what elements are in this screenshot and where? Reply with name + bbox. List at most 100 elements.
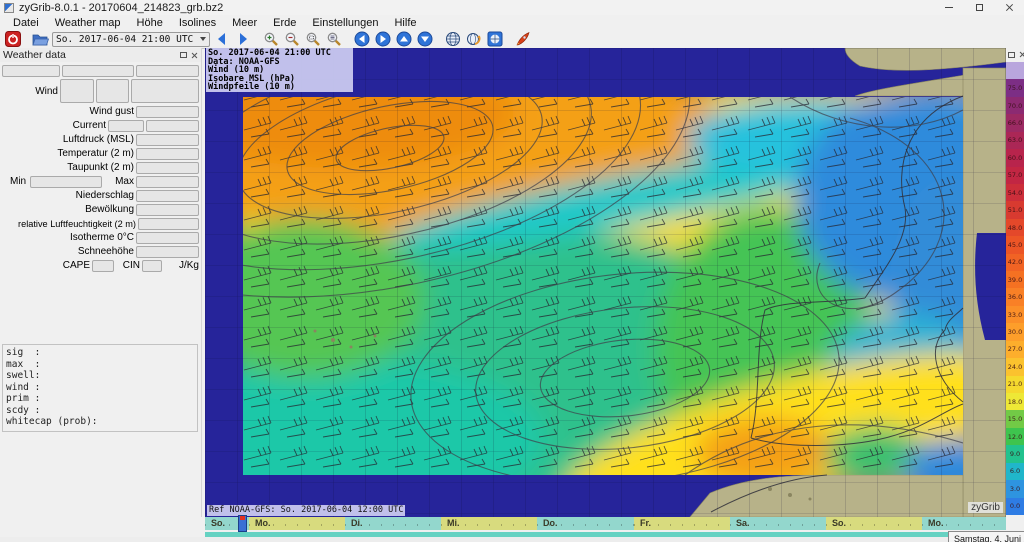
move-up-button[interactable] <box>394 31 413 48</box>
title-bar: zyGrib-8.0.1 - 20170604_214823_grb.bz2 <box>0 0 1024 15</box>
menu-item-6[interactable]: Einstellungen <box>304 17 386 29</box>
timeline-day-Sa[interactable]: Sa. <box>730 517 826 530</box>
menu-item-0[interactable]: Datei <box>5 17 47 29</box>
isotherm-row[interactable]: Isotherme 0°C <box>2 231 199 244</box>
zoom-fit-grib-button[interactable] <box>324 31 343 48</box>
time-previous-button[interactable] <box>212 31 231 48</box>
timeline[interactable]: So. Mo. Di. Mi. Do. Fr. Sa. So. Mo. <box>205 515 1006 532</box>
quit-button[interactable] <box>3 31 22 48</box>
position-cell-3 <box>136 64 199 77</box>
close-scale-icon[interactable] <box>1019 51 1024 58</box>
cloud-value-cell <box>136 203 199 216</box>
min-max-row[interactable]: Min Max <box>2 175 199 188</box>
grib-info-icon <box>487 31 502 47</box>
weather-panel-header: Weather data <box>0 48 201 62</box>
temperature-row[interactable]: Temperatur (2 m) <box>2 147 199 160</box>
snow-label[interactable]: Schneehöhe <box>2 246 134 257</box>
menu-item-2[interactable]: Höhe <box>129 17 171 29</box>
datetime-select[interactable]: So. 2017-06-04 21:00 UTC <box>52 31 210 47</box>
zygrib-watermark: zyGrib <box>968 502 1003 513</box>
float-panel-icon[interactable] <box>180 52 187 58</box>
map-canvas[interactable]: So. 2017-06-04 21:00 UTC Data: NOAA-GFS Wi… <box>205 48 1006 517</box>
maximize-icon <box>975 4 983 11</box>
weather-panel-title: Weather data <box>3 49 66 61</box>
pressure-value-cell <box>136 133 199 146</box>
move-left-icon <box>354 31 369 47</box>
download-grib-button[interactable] <box>464 31 483 48</box>
timeline-slider[interactable] <box>238 515 247 532</box>
zoom-region-button[interactable] <box>303 31 322 48</box>
timeline-day-Mo[interactable]: Mo. <box>922 517 1000 530</box>
max-label[interactable]: Max <box>104 176 134 187</box>
main-area: Weather data Wind Wind gust Current Luft… <box>0 48 1024 517</box>
wind-label[interactable]: Wind <box>2 86 58 97</box>
color-scale-band: 60.0 <box>1006 149 1024 167</box>
move-down-button[interactable] <box>415 31 434 48</box>
humidity-row[interactable]: relative Luftfeuchtigkeit (2 m) <box>2 217 199 230</box>
timeline-day-Mi[interactable]: Mi. <box>441 517 537 530</box>
move-left-button[interactable] <box>352 31 371 48</box>
precipitation-label[interactable]: Niederschlag <box>2 190 134 201</box>
zoom-in-button[interactable] <box>261 31 280 48</box>
color-scale-band: 54.0 <box>1006 183 1024 202</box>
minimize-button[interactable] <box>934 0 964 15</box>
cape-label[interactable]: CAPE <box>2 260 90 271</box>
timeline-day-Mo[interactable]: Mo. <box>249 517 345 530</box>
move-right-button[interactable] <box>373 31 392 48</box>
timeline-day-So[interactable]: So. <box>826 517 922 530</box>
close-panel-icon[interactable] <box>191 52 198 59</box>
color-scale-band: 75.0 <box>1006 79 1024 97</box>
grib-info-button[interactable] <box>485 31 504 48</box>
wind-gust-label[interactable]: Wind gust <box>2 106 134 117</box>
timeline-day-Fr[interactable]: Fr. <box>634 517 730 530</box>
menu-item-5[interactable]: Erde <box>265 17 304 29</box>
current-label[interactable]: Current <box>2 120 106 131</box>
wind-gust-row[interactable]: Wind gust <box>2 105 199 118</box>
app-icon <box>4 2 14 13</box>
wind-row[interactable]: Wind <box>2 78 199 104</box>
dewpoint-label[interactable]: Taupunkt (2 m) <box>2 162 134 173</box>
humidity-label[interactable]: relative Luftfeuchtigkeit (2 m) <box>2 219 136 229</box>
toolbar: So. 2017-06-04 21:00 UTC <box>0 30 1024 49</box>
color-scale-band: 66.0 <box>1006 114 1024 132</box>
current-row[interactable]: Current <box>2 119 199 132</box>
zoom-out-button[interactable] <box>282 31 301 48</box>
download-grib-icon <box>466 33 480 45</box>
cloud-label[interactable]: Bewölkung <box>2 204 134 215</box>
isotherm-label[interactable]: Isotherme 0°C <box>2 232 134 243</box>
rocket-icon <box>516 31 529 46</box>
dewpoint-row[interactable]: Taupunkt (2 m) <box>2 161 199 174</box>
menu-item-1[interactable]: Weather map <box>47 17 129 29</box>
cloud-row[interactable]: Bewölkung <box>2 203 199 216</box>
close-icon <box>1005 3 1014 12</box>
globe-button[interactable] <box>443 31 462 48</box>
pressure-label[interactable]: Luftdruck (MSL) <box>2 134 134 145</box>
color-scale-band: 30.0 <box>1006 323 1024 341</box>
open-file-button[interactable] <box>31 31 50 48</box>
timeline-day-Do[interactable]: Do. <box>537 517 634 530</box>
menu-item-3[interactable]: Isolines <box>171 17 224 29</box>
min-label[interactable]: Min <box>2 176 28 187</box>
cape-row[interactable]: CAPE CIN J/Kg <box>2 259 199 272</box>
color-scale-band: 63.0 <box>1006 131 1024 150</box>
wave-info-line: whitecap (prob): <box>6 416 98 427</box>
menu-item-7[interactable]: Hilfe <box>386 17 424 29</box>
menu-item-4[interactable]: Meer <box>224 17 265 29</box>
precipitation-row[interactable]: Niederschlag <box>2 189 199 202</box>
wave-info-line: prim : <box>6 393 41 404</box>
timeline-day-Di[interactable]: Di. <box>345 517 441 530</box>
rocket-button[interactable] <box>513 31 532 48</box>
current-value-cell-1 <box>108 119 144 132</box>
color-scale-band: 24.0 <box>1006 358 1024 376</box>
color-scale-panel: 75.0 70.0 66.0 63.0 60.0 57.0 54.0 51.0 48.0 45.0… <box>1006 48 1024 517</box>
minimize-icon <box>945 7 953 8</box>
temperature-label[interactable]: Temperatur (2 m) <box>2 148 134 159</box>
time-next-button[interactable] <box>233 31 252 48</box>
snow-row[interactable]: Schneehöhe <box>2 245 199 258</box>
float-scale-icon[interactable] <box>1008 51 1015 58</box>
pressure-row[interactable]: Luftdruck (MSL) <box>2 133 199 146</box>
color-scale-band: 9.0 <box>1006 445 1024 463</box>
close-button[interactable] <box>994 0 1024 15</box>
maximize-button[interactable] <box>964 0 994 15</box>
cin-label[interactable]: CIN <box>116 260 140 271</box>
